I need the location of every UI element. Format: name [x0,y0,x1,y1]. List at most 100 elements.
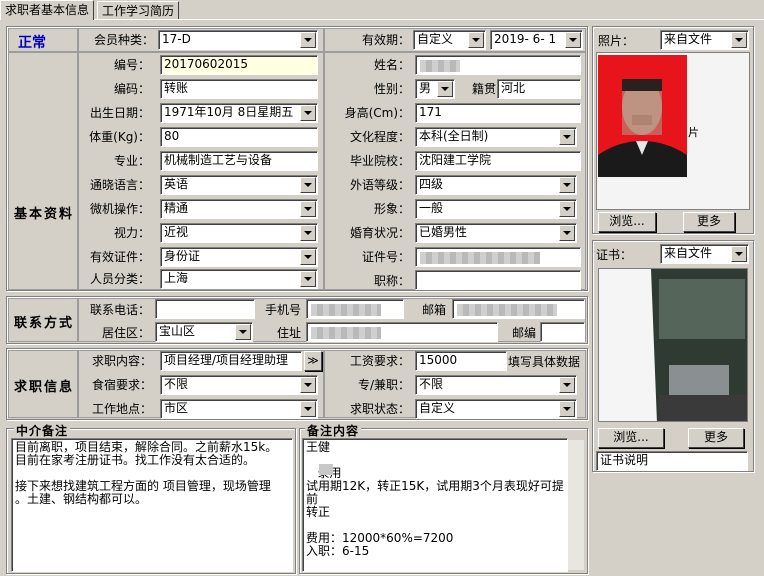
email-input[interactable] [452,299,585,319]
address-input[interactable] [306,322,498,342]
agent-note-title: 中介备注 [14,422,71,439]
education-label: 文化程度： [349,130,410,144]
cert-more-button[interactable]: 更多 [688,428,744,448]
validity-mode-select[interactable]: 自定义 [413,30,486,50]
computer-select[interactable]: 精通 [160,199,318,219]
parttime-label: 专/兼职： [357,378,410,392]
location-label: 工作地点： [91,402,152,416]
marital-label: 婚育状况： [349,226,410,240]
image-select[interactable]: 一般 [415,199,577,219]
board-label: 食宿要求： [91,378,152,392]
cert-browse-button[interactable]: 浏览... [598,428,664,448]
marital-select[interactable]: 已婚男性 [415,223,577,243]
remarks-textarea[interactable]: 王健 录用 试用期12K，转正15K，试用期3个月表现好可提前 转正 费用：12… [302,438,568,572]
vision-label: 视力： [113,226,150,240]
chevron-down-icon[interactable] [300,401,316,417]
redacted-block [319,464,333,475]
gender-select[interactable]: 男 [415,79,455,99]
id-type-select[interactable]: 身份证 [160,247,318,267]
district-select[interactable]: 宝山区 [155,322,253,342]
chevron-down-icon[interactable] [559,129,575,145]
validity-date-picker[interactable]: 2019- 6- 1 [490,30,583,50]
birth-date-picker[interactable]: 1971年10月 8日星期五 [160,103,318,123]
photo-more-button[interactable]: 更多 [683,212,735,232]
education-select[interactable]: 本科(全日制) [415,127,577,147]
member-type-select[interactable]: 17-D [158,30,318,50]
chevron-down-icon[interactable] [235,324,251,340]
native-label: 籍贯 [471,82,496,96]
school-label: 毕业院校： [349,154,410,168]
name-input[interactable] [415,55,581,75]
number-label: 编号： [113,58,150,72]
code-input[interactable]: 转账 [160,79,318,99]
language-select[interactable]: 英语 [160,175,318,195]
photo-caption-fragment: 片 [688,126,699,139]
school-input[interactable]: 沈阳建工学院 [415,151,581,171]
chevron-down-icon[interactable] [559,201,575,217]
chevron-down-icon[interactable] [731,32,747,48]
cert-description-input[interactable]: 证书说明 [596,451,748,471]
redacted-block [457,304,557,316]
chevron-down-icon[interactable] [559,401,575,417]
chevron-down-icon[interactable] [300,271,316,287]
major-input[interactable]: 机械制造工艺与设备 [160,151,318,171]
job-content-input[interactable]: 项目经理/项目经理助理 [160,351,302,371]
contact-section-title: 联系方式 [14,316,75,331]
redacted-block [311,304,381,316]
category-label: 人员分类： [89,272,150,286]
native-input[interactable]: 河北 [497,79,581,99]
mobile-input[interactable] [306,299,404,319]
board-select[interactable]: 不限 [160,375,318,395]
cert-source-select[interactable]: 来自文件 [660,244,749,264]
chevron-down-icon[interactable] [559,377,575,393]
chevron-down-icon[interactable] [300,105,316,121]
chevron-down-icon[interactable] [559,225,575,241]
weight-input[interactable]: 80 [160,127,318,147]
redacted-block [420,60,460,72]
remarks-scrollbar[interactable] [568,440,584,570]
chevron-down-icon[interactable] [468,32,484,48]
remarks-title: 备注内容 [305,422,362,439]
title-label: 职称： [373,274,410,288]
photo-browse-button[interactable]: 浏览... [598,212,656,232]
chevron-down-icon[interactable] [300,32,316,48]
basic-section-cell [8,52,78,290]
major-label: 专业： [113,154,150,168]
zip-input[interactable] [540,322,585,342]
email-label: 邮箱 [421,303,446,317]
parttime-select[interactable]: 不限 [415,375,577,395]
chevron-down-icon[interactable] [559,177,575,193]
chevron-down-icon[interactable] [437,81,453,97]
chevron-down-icon[interactable] [300,377,316,393]
chevron-down-icon[interactable] [731,246,747,262]
weight-label: 体重(Kg)： [89,130,150,144]
certificate-photo [599,269,747,421]
chevron-down-icon[interactable] [300,177,316,193]
vision-select[interactable]: 近视 [160,223,318,243]
redacted-block [420,252,540,264]
location-select[interactable]: 市区 [160,399,318,419]
agent-note-textarea[interactable]: 目前离职，项目结束，解除合同。之前薪水15k。 目前在家考注册证书。找工作没有太… [11,438,293,572]
basic-section-title: 基本资料 [14,207,75,222]
birth-label: 出生日期： [89,106,150,120]
name-label: 姓名： [373,58,410,72]
salary-input[interactable]: 15000 [415,351,507,371]
chevron-down-icon[interactable] [300,225,316,241]
chevron-down-icon[interactable] [565,32,581,48]
job-state-select[interactable]: 自定义 [415,399,577,419]
tab-basic-info[interactable]: 求职者基本信息 [0,0,95,20]
title-input[interactable] [415,270,581,290]
id-number-input[interactable] [415,247,581,267]
category-select[interactable]: 上海 [160,269,318,289]
language-level-select[interactable]: 四级 [415,175,577,195]
phone-input[interactable] [155,299,255,319]
status-label: 正常 [18,35,46,51]
number-input[interactable]: 20170602015 [160,55,318,75]
job-content-more-button[interactable]: ≫ [304,351,322,371]
chevron-down-icon[interactable] [300,249,316,265]
tab-work-history[interactable]: 工作学习简历 [97,1,180,20]
height-input[interactable]: 171 [415,103,581,123]
chevron-down-icon[interactable] [300,201,316,217]
photo-source-select[interactable]: 来自文件 [660,30,749,50]
language-level-label: 外语等级： [349,178,410,192]
